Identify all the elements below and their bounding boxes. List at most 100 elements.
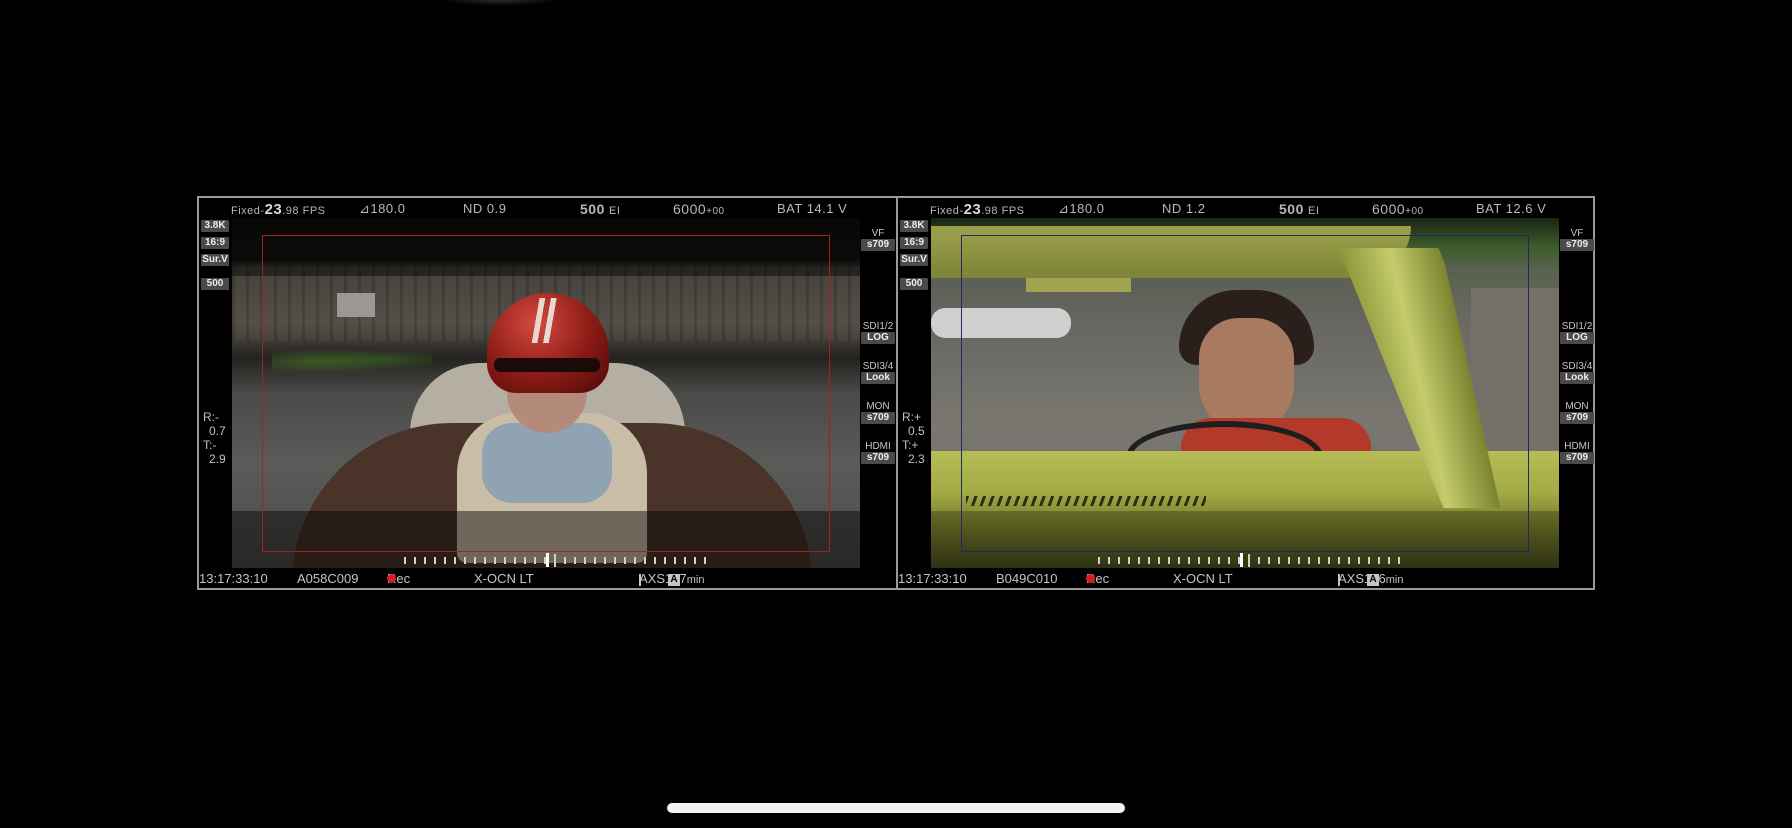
media-remaining: AXSA146min	[1338, 571, 1404, 586]
scale-tick	[1288, 557, 1290, 564]
rec-dot-icon	[1086, 574, 1095, 583]
output-vf: VF s709	[861, 228, 895, 251]
scale-tick	[524, 557, 526, 564]
resolution-tag: 3.8K	[201, 220, 229, 232]
scale-tick	[1268, 557, 1270, 564]
scale-tick	[534, 557, 536, 564]
output-hdmi: HDMI s709	[1560, 441, 1594, 464]
scale-tick	[514, 557, 516, 564]
scale-tick	[1388, 557, 1390, 564]
scale-tick	[404, 557, 406, 564]
scale-tick	[1258, 557, 1260, 564]
frameline-blue	[961, 235, 1529, 552]
frameline-red	[262, 235, 830, 552]
scale-tick	[614, 557, 616, 564]
scale-tick	[1318, 557, 1320, 564]
output-vf: VF s709	[1560, 228, 1594, 251]
scale-tick	[484, 557, 486, 564]
exposure-index: 500 EI	[580, 201, 621, 217]
dual-monitor-strip: Fixed-23.98 FPS ⊿180.0 ND 0.9 500 EI 600…	[197, 196, 1595, 590]
scale-tick	[1198, 557, 1200, 564]
media-slot-icon: A	[668, 574, 681, 586]
camera-image[interactable]	[232, 218, 860, 568]
scale-tick	[564, 557, 566, 564]
surround-view-tag: Sur.V	[201, 254, 229, 266]
scale-tick	[1148, 557, 1150, 564]
codec: X-OCN LT	[1173, 571, 1233, 586]
surround-view-tag: Sur.V	[900, 254, 928, 266]
status-bar-top: Fixed-23.98 FPS ⊿180.0 ND 1.2 500 EI 600…	[898, 198, 1595, 218]
scale-tick	[1188, 557, 1190, 564]
resolution-tag: 3.8K	[900, 220, 928, 232]
rec-dot-icon	[387, 574, 396, 583]
scale-tick	[654, 557, 656, 564]
scale-tick	[704, 557, 706, 564]
clip-name: B049C010	[996, 571, 1058, 586]
camera-monitor-b[interactable]: Fixed-23.98 FPS ⊿180.0 ND 1.2 500 EI 600…	[898, 198, 1595, 588]
scale-tick	[624, 557, 626, 564]
ei-tag: 500	[900, 278, 928, 290]
scale-tick	[494, 557, 496, 564]
scale-tick	[664, 557, 666, 564]
camera-image[interactable]	[931, 218, 1559, 568]
timecode: 13:17:33:10	[199, 571, 268, 586]
nd-filter: ND 0.9	[463, 201, 507, 216]
scale-tick	[504, 557, 506, 564]
scale-tick	[1158, 557, 1160, 564]
output-sdi12: SDI1/2 LOG	[861, 321, 895, 344]
scale-tick	[1358, 557, 1360, 564]
output-mon: MON s709	[1560, 401, 1594, 424]
scale-tick	[594, 557, 596, 564]
output-mon: MON s709	[861, 401, 895, 424]
scale-tick	[444, 557, 446, 564]
roll-tilt-readout: R:- 0.7 T:- 2.9	[203, 410, 226, 466]
media-slot-icon: A	[1367, 574, 1380, 586]
top-edge-glow	[440, 0, 560, 6]
scale-tick	[634, 557, 636, 564]
media-remaining: AXSA147min	[639, 571, 705, 586]
scale-tick	[1298, 557, 1300, 564]
status-bar-top: Fixed-23.98 FPS ⊿180.0 ND 0.9 500 EI 600…	[199, 198, 896, 218]
scale-tick	[644, 557, 646, 564]
scale-tick	[1228, 557, 1230, 564]
level-scale	[1098, 553, 1400, 567]
scale-tick	[604, 557, 606, 564]
battery-voltage: BAT 12.6 V	[1476, 201, 1547, 216]
scale-tick	[1128, 557, 1130, 564]
scale-tick	[674, 557, 676, 564]
home-indicator[interactable]	[667, 803, 1125, 813]
battery-voltage: BAT 14.1 V	[777, 201, 848, 216]
scale-tick	[1098, 557, 1100, 564]
scale-tick	[1178, 557, 1180, 564]
scale-tick	[1368, 557, 1370, 564]
status-bar-bottom: 13:17:33:10 A058C009 Rec X-OCN LT AXSA14…	[199, 568, 896, 588]
clip-name: A058C009	[297, 571, 359, 586]
nd-filter: ND 1.2	[1162, 201, 1206, 216]
output-sdi12: SDI1/2 LOG	[1560, 321, 1594, 344]
codec: X-OCN LT	[474, 571, 534, 586]
left-status-tags: 3.8K 16:9 Sur.V 500	[900, 220, 928, 295]
shutter-angle: ⊿180.0	[1058, 201, 1105, 216]
scale-tick	[424, 557, 426, 564]
scale-tick	[1118, 557, 1120, 564]
aspect-tag: 16:9	[201, 237, 229, 249]
roll-tilt-readout: R:+ 0.5 T:+ 2.3	[902, 410, 925, 466]
scale-tick	[1208, 557, 1210, 564]
scale-marker	[1240, 553, 1243, 567]
camera-monitor-a[interactable]: Fixed-23.98 FPS ⊿180.0 ND 0.9 500 EI 600…	[199, 198, 896, 588]
shutter-angle: ⊿180.0	[359, 201, 406, 216]
fps-readout: Fixed-23.98 FPS	[930, 201, 1025, 218]
status-bar-bottom: 13:17:33:10 B049C010 Rec X-OCN LT AXSA14…	[898, 568, 1595, 588]
scale-tick	[1278, 557, 1280, 564]
level-scale	[404, 553, 706, 567]
record-indicator: Rec	[1086, 571, 1110, 586]
scale-tick	[414, 557, 416, 564]
scale-tick	[1168, 557, 1170, 564]
white-balance: 6000+00	[1372, 201, 1424, 217]
output-sdi34: SDI3/4 Look	[1560, 361, 1594, 384]
timecode: 13:17:33:10	[898, 571, 967, 586]
exposure-index: 500 EI	[1279, 201, 1320, 217]
scale-tick	[474, 557, 476, 564]
scale-tick	[1398, 557, 1400, 564]
scale-tick	[1328, 557, 1330, 564]
